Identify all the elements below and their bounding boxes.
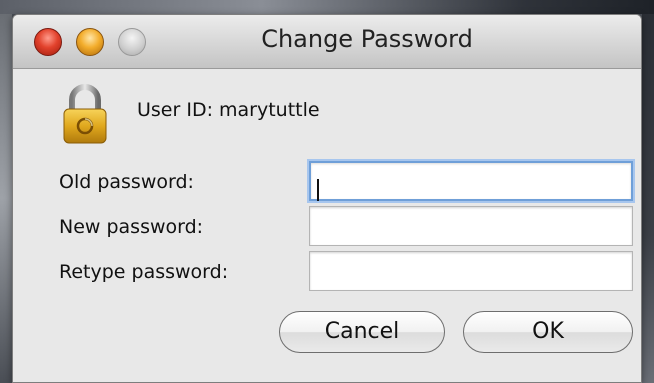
new-password-label: New password: xyxy=(59,216,204,238)
close-window-button[interactable] xyxy=(34,28,62,56)
desktop-background xyxy=(0,0,654,14)
window-title: Change Password xyxy=(261,25,473,53)
user-id-label: User ID: marytuttle xyxy=(137,99,320,121)
old-password-label: Old password: xyxy=(59,171,194,193)
retype-password-label: Retype password: xyxy=(59,261,229,283)
text-cursor xyxy=(317,179,319,201)
ok-button[interactable]: OK xyxy=(463,311,633,353)
retype-password-field[interactable] xyxy=(309,251,633,291)
change-password-dialog: Change Password User ID: marytuttle Old … xyxy=(12,14,642,383)
title-bar[interactable]: Change Password xyxy=(13,15,641,69)
old-password-field[interactable] xyxy=(309,161,633,201)
zoom-window-button[interactable] xyxy=(118,28,146,56)
new-password-field[interactable] xyxy=(309,206,633,246)
desktop-background-right xyxy=(642,14,654,383)
desktop-background-left xyxy=(0,14,12,383)
cancel-button[interactable]: Cancel xyxy=(279,311,445,353)
minimize-window-button[interactable] xyxy=(76,28,104,56)
lock-icon xyxy=(63,84,107,144)
